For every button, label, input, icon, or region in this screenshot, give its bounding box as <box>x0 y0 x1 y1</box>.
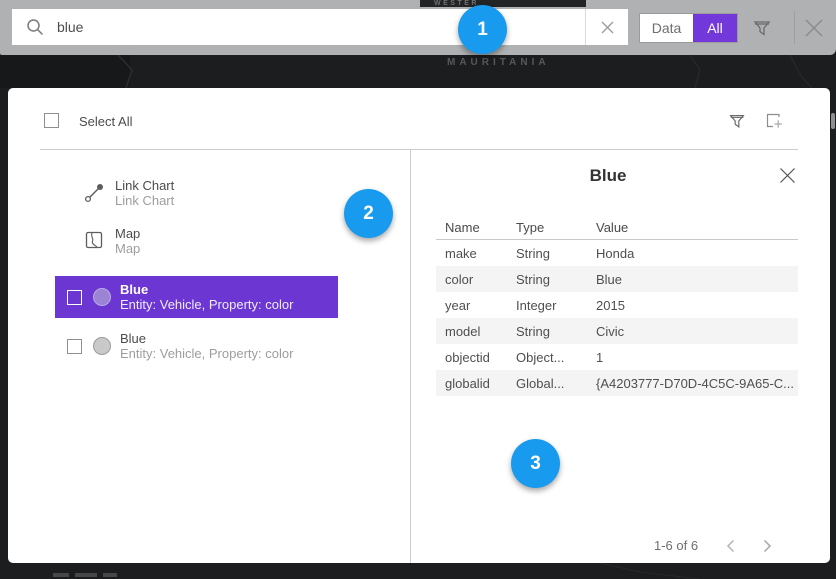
result-item-map[interactable]: Map Map <box>82 226 140 256</box>
cell-name: globalid <box>436 376 516 391</box>
scrollbar-thumb[interactable] <box>831 113 835 129</box>
map-label-fragment <box>75 573 97 577</box>
search-input[interactable]: blue <box>12 9 628 45</box>
result-item-link-chart[interactable]: Link Chart Link Chart <box>82 178 174 208</box>
map-label-fragment <box>103 573 117 577</box>
table-row: color String Blue <box>436 266 798 292</box>
cell-type: String <box>516 246 596 261</box>
table-row: make String Honda <box>436 240 798 266</box>
entity-dot-icon <box>93 288 111 306</box>
add-to-selection-icon[interactable] <box>764 111 784 131</box>
cell-name: year <box>436 298 516 313</box>
attributes-table: Name Type Value make String Honda color … <box>436 220 798 396</box>
table-row: globalid Global... {A4203777-D70D-4C5C-9… <box>436 370 798 396</box>
cell-value: 1 <box>596 350 798 365</box>
annotation-badge-1: 1 <box>458 5 507 54</box>
annotation-badge-2: 2 <box>344 189 393 238</box>
cell-value: {A4203777-D70D-4C5C-9A65-C... <box>596 376 798 391</box>
result-subtitle: Link Chart <box>115 193 174 208</box>
search-scope-toggle: Data All <box>639 13 738 43</box>
column-header-type: Type <box>516 220 596 239</box>
detail-title: Blue <box>411 166 805 186</box>
table-header: Name Type Value <box>436 220 798 240</box>
map-label-western: WESTER <box>420 0 586 7</box>
result-subtitle: Map <box>115 241 140 256</box>
entity-dot-icon <box>93 337 111 355</box>
close-search-icon[interactable] <box>801 15 827 41</box>
search-icon <box>26 18 44 36</box>
cell-name: objectid <box>436 350 516 365</box>
cell-type: Integer <box>516 298 596 313</box>
toggle-data[interactable]: Data <box>640 14 693 42</box>
cell-value: Honda <box>596 246 798 261</box>
detail-close-icon[interactable] <box>779 167 796 184</box>
row-checkbox[interactable] <box>67 290 82 305</box>
result-title: Map <box>115 226 140 241</box>
panel-header-divider <box>40 149 798 150</box>
toggle-all[interactable]: All <box>693 14 737 42</box>
annotation-badge-3: 3 <box>511 439 560 488</box>
search-results-panel: Select All Link <box>8 88 830 563</box>
results-filter-icon[interactable] <box>727 111 747 131</box>
column-header-name: Name <box>436 220 516 239</box>
column-header-value: Value <box>596 220 798 239</box>
result-title: Blue <box>120 282 293 297</box>
page-next-icon[interactable] <box>763 539 772 553</box>
cell-type: String <box>516 272 596 287</box>
cell-value: Civic <box>596 324 798 339</box>
table-row: model String Civic <box>436 318 798 344</box>
cell-name: model <box>436 324 516 339</box>
select-all-label: Select All <box>79 114 132 129</box>
result-subtitle: Entity: Vehicle, Property: color <box>120 346 293 361</box>
app-window: MAURITANIA blue Data All <box>0 0 836 579</box>
cell-type: Global... <box>516 376 596 391</box>
table-row: objectid Object... 1 <box>436 344 798 370</box>
link-chart-icon <box>82 182 106 204</box>
result-item-blue-selected[interactable]: Blue Entity: Vehicle, Property: color <box>55 276 338 318</box>
cell-type: String <box>516 324 596 339</box>
search-toolbar: blue Data All <box>0 0 836 55</box>
toolbar-divider <box>794 11 795 44</box>
row-checkbox[interactable] <box>67 339 82 354</box>
page-previous-icon[interactable] <box>726 539 735 553</box>
pane-divider <box>410 149 411 563</box>
pagination: 1-6 of 6 <box>654 538 772 553</box>
map-label-fragment <box>53 573 69 577</box>
pagination-label: 1-6 of 6 <box>654 538 698 553</box>
cell-value: Blue <box>596 272 798 287</box>
cell-name: color <box>436 272 516 287</box>
result-title: Link Chart <box>115 178 174 193</box>
clear-search-button[interactable] <box>585 9 628 45</box>
table-row: year Integer 2015 <box>436 292 798 318</box>
map-label-mauritania: MAURITANIA <box>447 57 550 68</box>
cell-value: 2015 <box>596 298 798 313</box>
cell-type: Object... <box>516 350 596 365</box>
result-subtitle: Entity: Vehicle, Property: color <box>120 297 293 312</box>
select-all-checkbox[interactable] <box>44 113 59 128</box>
cell-name: make <box>436 246 516 261</box>
map-icon <box>82 230 106 250</box>
result-item-blue[interactable]: Blue Entity: Vehicle, Property: color <box>55 325 338 367</box>
filter-icon[interactable] <box>751 17 773 39</box>
result-title: Blue <box>120 331 293 346</box>
